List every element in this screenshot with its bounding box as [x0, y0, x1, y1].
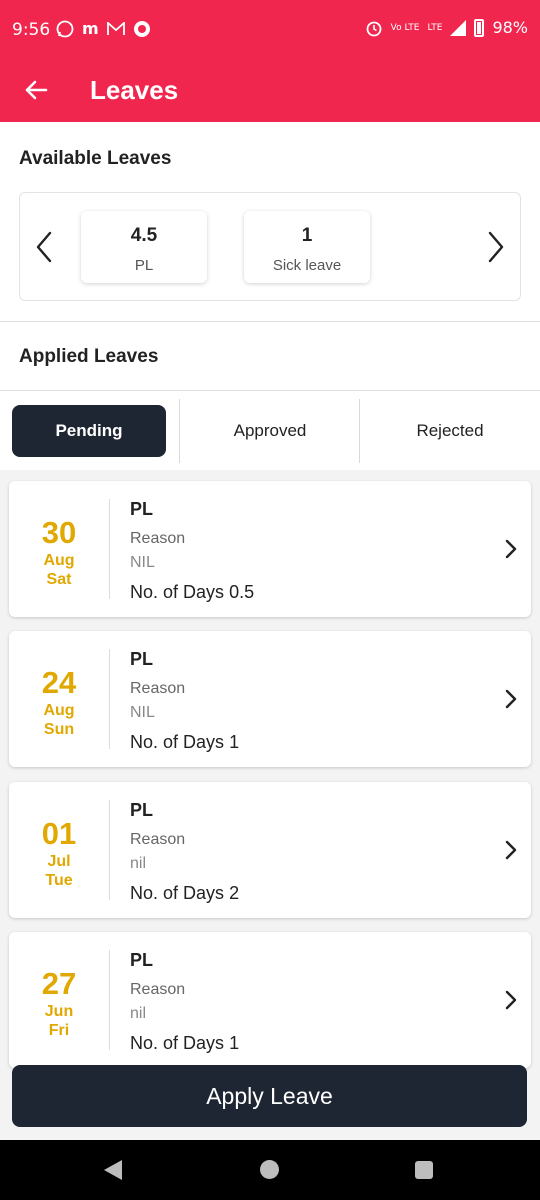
- item-divider: [109, 649, 110, 749]
- page-title: Leaves: [90, 75, 179, 105]
- leave-date-day: 27: [41, 966, 77, 1001]
- leave-balance-value: 1: [301, 225, 313, 246]
- chevron-right-icon[interactable]: [482, 227, 508, 267]
- reason-value: NIL: [130, 704, 155, 721]
- days-label: No. of Days: [130, 582, 225, 602]
- applied-leaves-title: Applied Leaves: [19, 346, 159, 367]
- leave-balance-card: 4.5 PL: [81, 211, 207, 283]
- leave-date-weekday: Sun: [43, 721, 75, 738]
- leave-date: 27 Jun Fri: [9, 932, 109, 1068]
- leave-date-weekday: Tue: [45, 872, 73, 889]
- status-right-icons: Vo LTE LTE 98%: [365, 18, 528, 37]
- leave-date-day: 01: [41, 816, 77, 851]
- leave-balance-label: PL: [134, 257, 154, 274]
- days-label: No. of Days: [130, 883, 225, 903]
- status-time: 9:56: [12, 20, 51, 40]
- leave-type: PL: [130, 800, 154, 820]
- reason-value: nil: [130, 1005, 147, 1022]
- nav-home-icon[interactable]: [260, 1160, 279, 1179]
- leave-date: 30 Aug Sat: [9, 481, 109, 617]
- reason-value: NIL: [130, 554, 155, 571]
- item-divider: [109, 499, 110, 599]
- chevron-right-icon: [505, 539, 517, 559]
- leave-type: PL: [130, 499, 154, 519]
- leave-date: 01 Jul Tue: [9, 782, 109, 918]
- chevron-right-icon: [505, 840, 517, 860]
- days-count: No. of Days 0.5: [130, 582, 254, 603]
- leave-list-item[interactable]: 01 Jul Tue PL Reason nil No. of Days 2: [9, 782, 531, 918]
- leave-date-day: 24: [41, 665, 77, 700]
- nav-recents-icon[interactable]: [415, 1161, 433, 1179]
- days-value: 1: [229, 732, 240, 752]
- leave-date-month: Aug: [43, 552, 75, 569]
- available-leaves-carousel: 4.5 PL 1 Sick leave: [19, 192, 521, 301]
- leave-date-weekday: Sat: [46, 571, 72, 588]
- days-value: 0.5: [229, 582, 255, 602]
- section-divider: [0, 321, 540, 322]
- signal-icon: [450, 19, 467, 36]
- days-count: No. of Days 1: [130, 732, 239, 753]
- leave-balance-card: 1 Sick leave: [244, 211, 370, 283]
- leave-date-day: 30: [41, 515, 77, 550]
- reason-label: Reason: [130, 680, 186, 697]
- chevron-right-icon: [505, 990, 517, 1010]
- lte-label: LTE: [427, 22, 443, 33]
- reason-value: nil: [130, 855, 147, 872]
- leave-date-month: Jun: [44, 1003, 74, 1020]
- days-label: No. of Days: [130, 732, 225, 752]
- days-value: 1: [229, 1033, 240, 1053]
- arrow-left-icon[interactable]: [20, 74, 52, 106]
- m-icon: m: [82, 19, 99, 38]
- reason-label: Reason: [130, 831, 186, 848]
- battery-icon: [474, 18, 485, 37]
- battery-percent: 98%: [492, 18, 528, 37]
- leave-type: PL: [130, 950, 154, 970]
- gmail-icon: [106, 22, 125, 35]
- notification-icons: m: [56, 19, 151, 39]
- reason-label: Reason: [130, 981, 186, 998]
- volte-icon: Vo LTE: [390, 22, 420, 33]
- leave-status-tabs: Pending Approved Rejected: [0, 390, 540, 470]
- leave-list-item[interactable]: 24 Aug Sun PL Reason NIL No. of Days 1: [9, 631, 531, 767]
- chevron-right-icon: [505, 689, 517, 709]
- whatsapp-business-icon: [133, 21, 150, 37]
- status-bar: 9:56 m Vo LTE LTE 98%: [0, 0, 540, 60]
- leave-date: 24 Aug Sun: [9, 631, 109, 767]
- whatsapp-icon: [56, 20, 74, 38]
- days-count: No. of Days 1: [130, 1033, 239, 1054]
- system-nav-bar: [0, 1140, 540, 1200]
- item-divider: [109, 800, 110, 900]
- apply-leave-button[interactable]: Apply Leave: [12, 1065, 527, 1127]
- leave-list-item[interactable]: 27 Jun Fri PL Reason nil No. of Days 1: [9, 932, 531, 1068]
- leave-balance-value: 4.5: [130, 225, 158, 246]
- tab-rejected[interactable]: Rejected: [360, 405, 540, 457]
- leave-date-weekday: Fri: [48, 1022, 70, 1039]
- tab-approved[interactable]: Approved: [180, 405, 360, 457]
- available-leaves-title: Available Leaves: [19, 148, 172, 169]
- leave-date-month: Jul: [47, 853, 71, 870]
- nav-back-icon[interactable]: [104, 1160, 122, 1180]
- tab-pending[interactable]: Pending: [12, 405, 166, 457]
- item-divider: [109, 950, 110, 1050]
- leave-date-month: Aug: [43, 702, 75, 719]
- days-label: No. of Days: [130, 1033, 225, 1053]
- alarm-icon: [366, 21, 382, 36]
- leave-type: PL: [130, 649, 154, 669]
- chevron-left-icon[interactable]: [32, 227, 58, 267]
- applied-leaves-list: 30 Aug Sat PL Reason NIL No. of Days 0.5…: [0, 470, 540, 1140]
- days-value: 2: [229, 883, 240, 903]
- reason-label: Reason: [130, 530, 186, 547]
- app-bar: Leaves: [0, 60, 540, 122]
- leave-balance-label: Sick leave: [272, 257, 342, 274]
- days-count: No. of Days 2: [130, 883, 239, 904]
- leave-list-item[interactable]: 30 Aug Sat PL Reason NIL No. of Days 0.5: [9, 481, 531, 617]
